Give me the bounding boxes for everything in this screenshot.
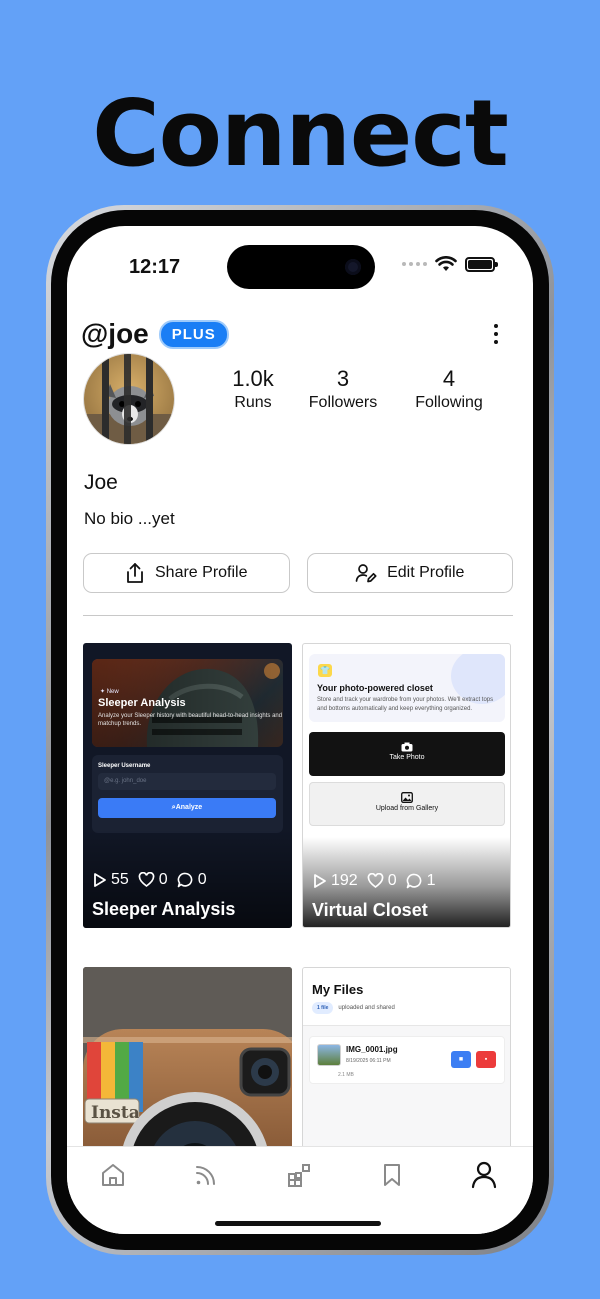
take-photo-label: Take Photo bbox=[389, 754, 425, 761]
file-count-badge: 1 file bbox=[312, 1002, 334, 1014]
status-time: 12:17 bbox=[129, 256, 181, 278]
edit-profile-button[interactable]: Edit Profile bbox=[306, 553, 513, 593]
battery-icon bbox=[465, 256, 498, 272]
post-card-sleeper-analysis[interactable]: ✦ New Sleeper Analysis Analyze your Slee… bbox=[83, 643, 292, 928]
like-count: 0 bbox=[387, 872, 397, 889]
share-profile-button[interactable]: Share Profile bbox=[83, 553, 290, 593]
preview-desc: Analyze your Sleeper history with beauti… bbox=[98, 713, 283, 727]
stat-following[interactable]: 4 Following bbox=[394, 366, 504, 412]
insta-logo-text: Insta bbox=[91, 1103, 140, 1123]
bookmark-icon[interactable] bbox=[377, 1161, 407, 1189]
preview-hero: ✦ New Sleeper Analysis Analyze your Slee… bbox=[92, 659, 283, 747]
phone-frame: 12:17 @joe PLUS 1.0k Runs 3 Followers 4 … bbox=[46, 205, 554, 1255]
files-heading: My Files bbox=[312, 982, 364, 997]
heart-icon[interactable] bbox=[138, 872, 155, 888]
card-stats: 55 0 0 bbox=[93, 871, 207, 889]
play-count: 192 bbox=[331, 872, 358, 889]
comment-count: 1 bbox=[426, 872, 436, 889]
profile-actions: Share Profile Edit Profile bbox=[83, 553, 513, 593]
file-count-text: uploaded and shared bbox=[338, 1005, 395, 1011]
file-row: IMG_0001.jpg 8/19/2025 06:11 PM 2.1 MB ■… bbox=[309, 1036, 505, 1084]
wifi-icon bbox=[435, 256, 457, 271]
edit-profile-label: Edit Profile bbox=[387, 564, 465, 581]
post-card-my-files[interactable]: My Files 1 file uploaded and shared IMG_… bbox=[302, 967, 511, 1167]
like-count: 0 bbox=[158, 871, 168, 888]
card-title: Virtual Closet bbox=[312, 900, 428, 920]
preview-tag: ✦ New bbox=[100, 689, 119, 695]
camera-icon bbox=[309, 742, 505, 754]
files-header: My Files 1 file uploaded and shared bbox=[303, 968, 510, 1026]
play-icon bbox=[314, 874, 326, 888]
headline: Connect bbox=[92, 80, 509, 187]
home-indicator bbox=[215, 1221, 381, 1226]
file-size: 2.1 MB bbox=[338, 1072, 354, 1078]
preview-hero: 👕 Your photo-powered closet Store and tr… bbox=[309, 654, 505, 722]
plus-badge[interactable]: PLUS bbox=[158, 319, 229, 349]
more-options-icon[interactable] bbox=[486, 322, 506, 346]
heart-icon[interactable] bbox=[367, 873, 384, 889]
stat-followers[interactable]: 3 Followers bbox=[288, 366, 398, 412]
stat-label: Following bbox=[415, 394, 483, 411]
lock-icon: ■ bbox=[451, 1051, 471, 1068]
bio: No bio ...yet bbox=[84, 509, 175, 528]
card-stats: 192 0 1 bbox=[313, 872, 436, 890]
dynamic-island bbox=[227, 245, 375, 289]
apps-icon[interactable] bbox=[284, 1161, 314, 1189]
signal-icon bbox=[402, 262, 427, 266]
feed-icon[interactable] bbox=[191, 1161, 221, 1189]
shirt-icon: 👕 bbox=[318, 664, 332, 677]
preview-desc: Store and track your wardrobe from your … bbox=[317, 697, 494, 712]
stat-value: 4 bbox=[442, 366, 456, 391]
file-name: IMG_0001.jpg bbox=[346, 1045, 398, 1054]
preview-take-photo-button: Take Photo bbox=[309, 732, 505, 776]
bottom-nav bbox=[67, 1146, 533, 1234]
preview-heading: Your photo-powered closet bbox=[317, 683, 433, 693]
divider bbox=[83, 615, 513, 616]
preview-field-label: Sleeper Username bbox=[98, 763, 151, 769]
username: @joe bbox=[81, 318, 149, 349]
comment-icon[interactable] bbox=[177, 872, 194, 888]
home-icon[interactable] bbox=[98, 1161, 128, 1189]
file-thumbnail bbox=[317, 1044, 341, 1066]
app-screen: 12:17 @joe PLUS 1.0k Runs 3 Followers 4 … bbox=[67, 226, 533, 1234]
camera-logo-icon: Insta bbox=[83, 967, 292, 1167]
preview-analyze-button: ⌕Analyze bbox=[98, 798, 276, 818]
card-title: Sleeper Analysis bbox=[92, 899, 236, 919]
status-icons bbox=[402, 256, 498, 272]
image-icon bbox=[310, 792, 504, 805]
stat-value: 3 bbox=[336, 366, 350, 391]
file-date: 8/19/2025 06:11 PM bbox=[346, 1058, 391, 1064]
post-card-virtual-closet[interactable]: 👕 Your photo-powered closet Store and tr… bbox=[302, 643, 511, 928]
edit-user-icon bbox=[355, 564, 377, 583]
play-count: 55 bbox=[111, 871, 129, 888]
post-card-insta[interactable]: Insta bbox=[83, 967, 292, 1167]
preview-upload-button: Upload from Gallery bbox=[309, 782, 505, 826]
stat-label: Followers bbox=[308, 394, 378, 411]
profile-icon[interactable] bbox=[469, 1161, 499, 1189]
comment-count: 0 bbox=[197, 871, 207, 888]
preview-heading: Sleeper Analysis bbox=[98, 697, 186, 709]
share-icon bbox=[127, 563, 143, 583]
play-icon bbox=[94, 873, 106, 887]
avatar[interactable] bbox=[83, 353, 175, 445]
share-profile-label: Share Profile bbox=[155, 564, 248, 581]
profile-header: @joe PLUS bbox=[81, 318, 506, 350]
trash-icon: ▪ bbox=[476, 1051, 496, 1068]
upload-label: Upload from Gallery bbox=[375, 805, 439, 812]
preview-username-input: @e.g. john_doe bbox=[98, 773, 276, 790]
files-count: 1 file uploaded and shared bbox=[312, 1002, 395, 1014]
comment-icon[interactable] bbox=[406, 873, 423, 889]
display-name: Joe bbox=[84, 471, 118, 494]
preview-form: Sleeper Username @e.g. john_doe ⌕Analyze bbox=[92, 755, 283, 833]
